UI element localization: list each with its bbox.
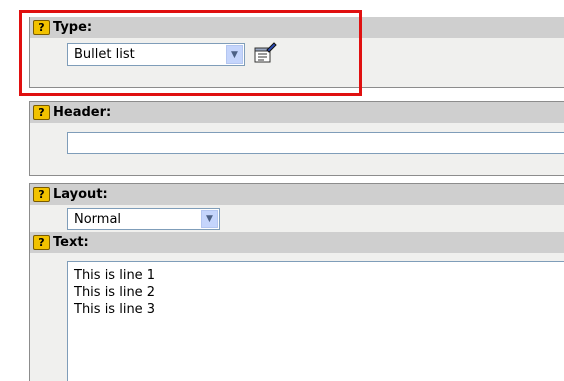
- header-header: ? Header:: [30, 102, 564, 123]
- chevron-down-icon[interactable]: ▼: [201, 210, 218, 228]
- help-icon[interactable]: ?: [33, 187, 50, 202]
- layout-field-area: Normal ▼: [30, 205, 564, 232]
- text-label: Text:: [53, 235, 89, 250]
- header-panel: ? Header:: [29, 101, 564, 176]
- text-line: This is line 3: [74, 302, 156, 317]
- type-select[interactable]: Bullet list ▼: [67, 43, 245, 66]
- type-panel: ? Type: Bullet list ▼: [29, 17, 564, 88]
- layout-header: ? Layout:: [30, 184, 564, 205]
- text-line: This is line 2: [74, 285, 156, 300]
- text-header: ? Text:: [30, 232, 564, 253]
- layout-panel: ? Layout: Normal ▼ ? Text: This is line …: [29, 183, 564, 381]
- header-input[interactable]: [67, 132, 564, 154]
- help-icon[interactable]: ?: [33, 105, 50, 120]
- help-icon[interactable]: ?: [33, 235, 50, 250]
- layout-label: Layout:: [53, 187, 108, 202]
- text-textarea[interactable]: This is line 1 This is line 2 This is li…: [67, 261, 564, 381]
- edit-properties-icon[interactable]: [253, 42, 277, 64]
- help-icon[interactable]: ?: [33, 20, 50, 35]
- type-header: ? Type:: [30, 17, 564, 38]
- layout-select[interactable]: Normal ▼: [67, 208, 220, 230]
- type-select-value: Bullet list: [74, 47, 135, 62]
- layout-select-value: Normal: [74, 211, 122, 227]
- header-label: Header:: [53, 105, 112, 120]
- type-label: Type:: [53, 20, 93, 35]
- text-line: This is line 1: [74, 268, 156, 283]
- chevron-down-icon[interactable]: ▼: [226, 45, 243, 64]
